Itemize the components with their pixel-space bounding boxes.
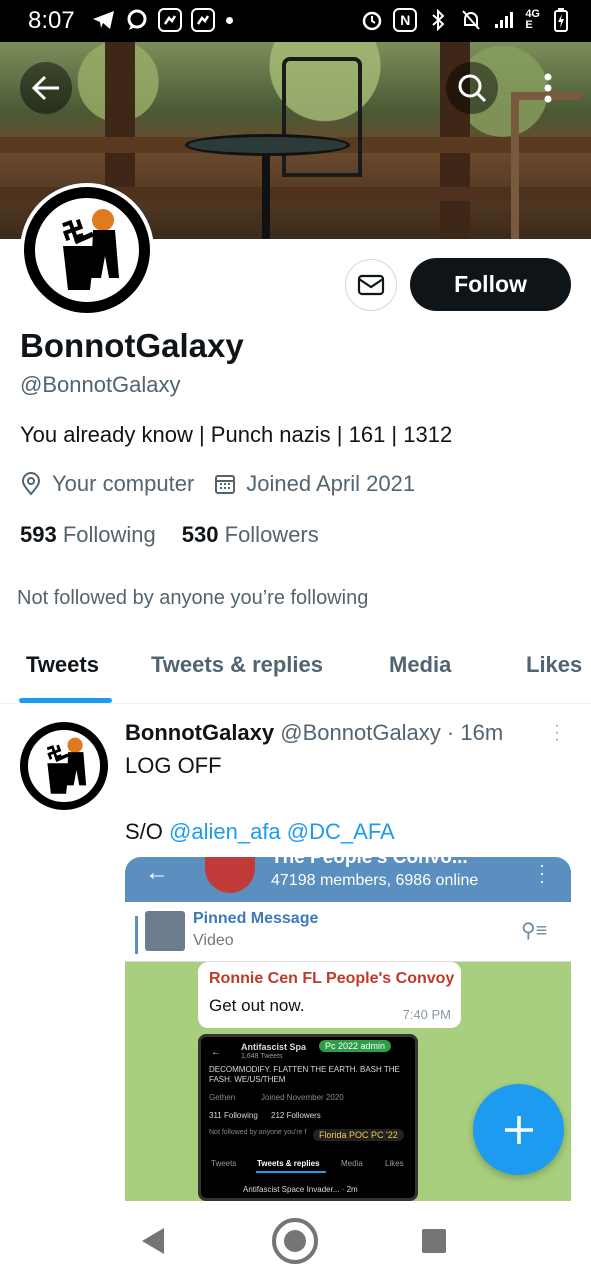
profile-counts: 593 Following 530 Followers xyxy=(20,522,319,548)
more-vertical-icon xyxy=(544,73,552,103)
mention-link[interactable]: @DC_AFA xyxy=(287,819,395,844)
status-bar: 8:07 N 4G E xyxy=(0,0,591,42)
chat-message-bubble: Ronnie Cen FL People's Convoy Get out no… xyxy=(198,962,461,1028)
nav-back-icon[interactable] xyxy=(142,1228,164,1254)
tab-likes[interactable]: Likes xyxy=(526,652,582,678)
telegram-header: ← The People's Convo... 47198 members, 6… xyxy=(125,857,571,902)
tweet-author-avatar[interactable] xyxy=(20,722,108,810)
embedded-screenshot: ← Antifascist Spa 1,648 Tweets Pc 2022 a… xyxy=(198,1034,418,1201)
profile-meta: Your computer Joined April 2021 xyxy=(20,471,435,497)
android-nav-bar xyxy=(0,1201,591,1280)
tweet-text: LOG OFF xyxy=(125,753,222,778)
pinned-thumbnail xyxy=(145,911,185,951)
tweet-more-icon[interactable]: · · · xyxy=(552,718,562,748)
arrow-left-icon: ← xyxy=(145,859,169,886)
tab-tweets[interactable]: Tweets xyxy=(26,652,99,678)
chat-icon xyxy=(125,8,149,32)
telegram-icon xyxy=(92,8,116,32)
profile-joined: Joined April 2021 xyxy=(214,471,415,497)
tab-media[interactable]: Media xyxy=(389,652,451,678)
nav-recents-icon[interactable] xyxy=(422,1229,446,1253)
pin-list-icon: ⚲≡ xyxy=(521,920,548,942)
message-button[interactable] xyxy=(345,259,397,311)
profile-bio: You already know | Punch nazis | 161 | 1… xyxy=(20,422,453,447)
group-avatar xyxy=(205,857,255,893)
profile-handle: @BonnotGalaxy xyxy=(20,372,181,397)
status-icons-left xyxy=(92,8,233,32)
nfc-icon: N xyxy=(393,8,418,32)
more-vertical-icon: · · · xyxy=(539,857,545,891)
tweet-header: BonnotGalaxy @BonnotGalaxy · 16m xyxy=(125,720,503,746)
tweet-shoutout: S/O @alien_afa @DC_AFA xyxy=(125,819,395,844)
app-notification-icon-2 xyxy=(191,8,215,32)
mail-icon xyxy=(357,274,385,296)
tab-tweets-replies[interactable]: Tweets & replies xyxy=(151,652,323,678)
search-icon xyxy=(458,74,487,103)
search-button[interactable] xyxy=(446,62,498,114)
bluetooth-icon xyxy=(426,8,450,32)
back-button[interactable] xyxy=(20,62,72,114)
battery-icon xyxy=(549,8,573,32)
tweet-author-handle: @BonnotGalaxy xyxy=(280,720,441,745)
not-followed-notice: Not followed by anyone you’re following xyxy=(17,587,369,609)
more-options-button[interactable] xyxy=(522,62,574,114)
profile-display-name: BonnotGalaxy xyxy=(20,327,244,364)
tweet-time: · 16m xyxy=(446,720,504,745)
mention-link[interactable]: @alien_afa xyxy=(169,819,281,844)
following-count-link[interactable]: 593 Following xyxy=(20,522,156,548)
more-notifications-dot-icon xyxy=(226,16,233,24)
trash-nazi-logo-icon xyxy=(62,209,119,290)
location-pin-icon xyxy=(21,472,41,496)
profile-avatar[interactable] xyxy=(20,183,154,317)
alarm-icon xyxy=(360,8,384,32)
status-icons-right: N 4G E xyxy=(360,8,573,32)
followers-count-link[interactable]: 530 Followers xyxy=(182,522,319,548)
status-time: 8:07 xyxy=(28,7,75,34)
network-type: 4G E xyxy=(525,8,540,31)
signal-icon xyxy=(492,8,516,32)
trash-nazi-logo-icon xyxy=(46,737,87,794)
nav-home-icon[interactable] xyxy=(272,1218,318,1264)
compose-tweet-button[interactable] xyxy=(473,1084,564,1175)
pinned-message-bar: Pinned Message Video ⚲≡ xyxy=(125,902,571,962)
app-notification-icon xyxy=(158,8,182,32)
calendar-icon xyxy=(215,475,236,494)
tweet-author-name[interactable]: BonnotGalaxy xyxy=(125,720,274,745)
profile-tabs: Tweets Tweets & replies Media Likes xyxy=(0,630,591,704)
active-tab-indicator xyxy=(19,698,112,703)
plus-icon xyxy=(504,1115,533,1144)
follow-button[interactable]: Follow xyxy=(410,258,571,311)
profile-location: Your computer xyxy=(20,471,194,497)
arrow-left-icon xyxy=(31,75,59,101)
mute-bell-icon xyxy=(459,8,483,32)
